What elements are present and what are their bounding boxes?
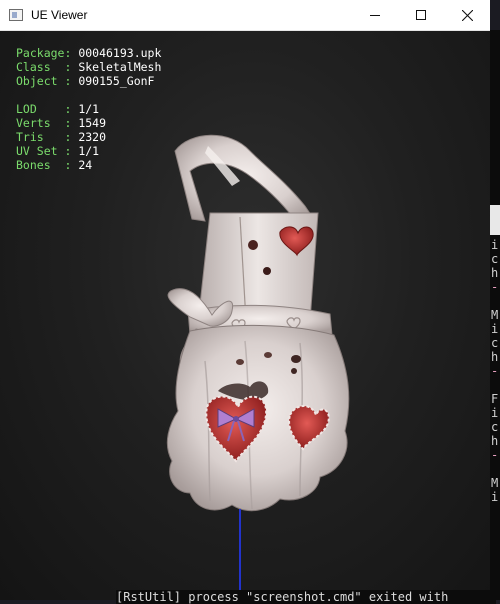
background-console-fragment: c bbox=[491, 420, 499, 434]
background-console-fragment: i bbox=[491, 406, 499, 420]
background-console-fragment: h bbox=[491, 434, 499, 448]
stain-mark bbox=[236, 359, 244, 365]
background-console-fragment: h bbox=[491, 266, 499, 280]
close-icon bbox=[461, 9, 473, 21]
3d-viewport[interactable]: Package: 00046193.upk Class : SkeletalMe… bbox=[0, 31, 490, 600]
title-bar[interactable]: UE Viewer bbox=[0, 0, 490, 31]
background-console-fragment bbox=[491, 462, 498, 476]
neck-strap bbox=[174, 134, 316, 227]
stain-mark bbox=[291, 355, 301, 363]
background-console-fragment: h bbox=[491, 350, 499, 364]
minimize-button[interactable] bbox=[352, 0, 398, 30]
background-console-fragment bbox=[491, 378, 498, 392]
background-console-fragment: F bbox=[491, 392, 499, 406]
background-console-line: [RstUtil] process "screenshot.cmd" exite… bbox=[116, 590, 496, 604]
background-console-fragment: i bbox=[491, 490, 499, 504]
maximize-button[interactable] bbox=[398, 0, 444, 30]
background-console-fragment: - bbox=[491, 280, 499, 294]
app-window-icon bbox=[9, 9, 23, 21]
background-console-fragment: c bbox=[491, 336, 499, 350]
background-console-fragment: c bbox=[491, 252, 499, 266]
maximize-icon bbox=[416, 10, 426, 20]
apron-skirt bbox=[166, 324, 350, 512]
background-console-fragment: - bbox=[491, 364, 499, 378]
close-button[interactable] bbox=[444, 0, 490, 30]
stain-mark bbox=[264, 352, 272, 358]
background-console-scroll-area bbox=[490, 205, 500, 235]
background-console-fragment: i bbox=[491, 238, 499, 252]
axis-gizmo-line bbox=[239, 509, 241, 600]
background-console-text: ich-Mich-Fich-Mi bbox=[491, 238, 498, 504]
background-console-fragment bbox=[491, 294, 498, 308]
stain-mark bbox=[263, 267, 271, 275]
background-console-fragment: - bbox=[491, 448, 499, 462]
apron-mesh-render bbox=[166, 134, 350, 512]
minimize-icon bbox=[370, 15, 380, 16]
stain-mark bbox=[248, 240, 258, 250]
background-console-fragment: i bbox=[491, 322, 499, 336]
background-console-fragment: M bbox=[491, 476, 499, 490]
window-title: UE Viewer bbox=[31, 8, 88, 22]
stain-mark bbox=[291, 368, 297, 374]
background-console-fragment: M bbox=[491, 308, 499, 322]
